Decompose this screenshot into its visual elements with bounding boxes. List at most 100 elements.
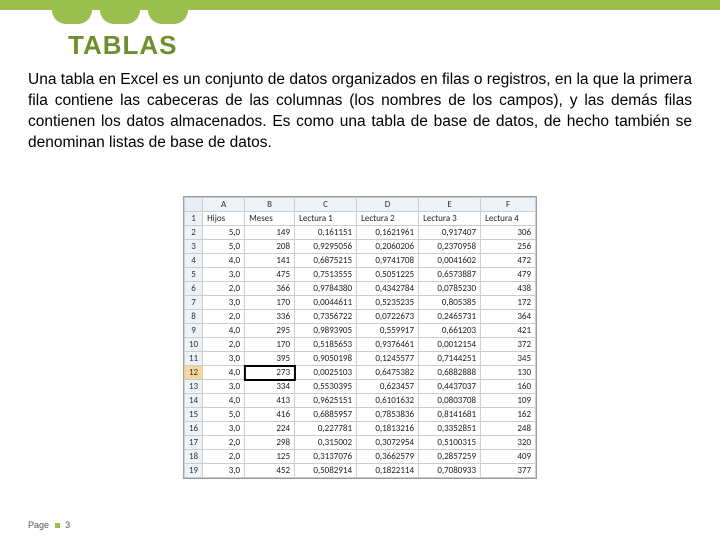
cell[interactable]: 172 [481, 296, 536, 310]
cell[interactable]: 0,5082914 [295, 464, 357, 478]
cell[interactable]: 0,0041602 [419, 254, 481, 268]
cell[interactable]: 0,7513555 [295, 268, 357, 282]
cell[interactable]: 298 [245, 436, 295, 450]
cell[interactable]: 256 [481, 240, 536, 254]
row-header[interactable]: 16 [184, 422, 202, 436]
cell[interactable]: 273 [245, 366, 295, 380]
cell[interactable]: 5,0 [203, 408, 245, 422]
col-header-A[interactable]: A [203, 198, 245, 212]
cell[interactable]: 0,7144251 [419, 352, 481, 366]
cell[interactable]: 0,0012154 [419, 338, 481, 352]
cell[interactable]: 141 [245, 254, 295, 268]
cell[interactable]: 2,0 [203, 338, 245, 352]
cell[interactable]: 0,8141681 [419, 408, 481, 422]
row-header[interactable]: 5 [184, 268, 202, 282]
cell[interactable]: 395 [245, 352, 295, 366]
cell[interactable]: 4,0 [203, 366, 245, 380]
col-header-B[interactable]: B [245, 198, 295, 212]
cell[interactable]: 0,227781 [295, 422, 357, 436]
cell[interactable]: 0,0722673 [357, 310, 419, 324]
cell[interactable]: 372 [481, 338, 536, 352]
cell[interactable]: 0,5100315 [419, 436, 481, 450]
cell[interactable]: 0,4342784 [357, 282, 419, 296]
cell[interactable]: 0,6475382 [357, 366, 419, 380]
col-header-C[interactable]: C [295, 198, 357, 212]
cell[interactable]: 170 [245, 338, 295, 352]
cell[interactable]: 4,0 [203, 254, 245, 268]
cell[interactable]: 3,0 [203, 422, 245, 436]
cell[interactable]: 0,7080933 [419, 464, 481, 478]
cell[interactable]: 0,1813216 [357, 422, 419, 436]
cell[interactable]: 0,661203 [419, 324, 481, 338]
cell[interactable]: 366 [245, 282, 295, 296]
cell[interactable]: 3,0 [203, 296, 245, 310]
cell[interactable]: 125 [245, 450, 295, 464]
cell[interactable]: 0,6875215 [295, 254, 357, 268]
row-header[interactable]: 17 [184, 436, 202, 450]
cell[interactable]: 0,9741708 [357, 254, 419, 268]
cell[interactable]: 0,0044611 [295, 296, 357, 310]
cell[interactable]: 0,2370958 [419, 240, 481, 254]
cell[interactable]: 170 [245, 296, 295, 310]
cell[interactable]: 0,3662579 [357, 450, 419, 464]
cell[interactable]: 0,6101632 [357, 394, 419, 408]
cell[interactable]: 0,9295056 [295, 240, 357, 254]
cell[interactable]: 0,315002 [295, 436, 357, 450]
cell[interactable]: 130 [481, 366, 536, 380]
cell[interactable]: 0,0803708 [419, 394, 481, 408]
cell[interactable]: 334 [245, 380, 295, 394]
cell[interactable]: Meses [245, 212, 295, 226]
cell[interactable]: 0,9625151 [295, 394, 357, 408]
cell[interactable]: 0,9376461 [357, 338, 419, 352]
cell[interactable]: 452 [245, 464, 295, 478]
row-header[interactable]: 10 [184, 338, 202, 352]
cell[interactable]: 0,1245577 [357, 352, 419, 366]
cell[interactable]: 0,3072954 [357, 436, 419, 450]
cell[interactable]: 160 [481, 380, 536, 394]
cell[interactable]: 208 [245, 240, 295, 254]
row-header[interactable]: 19 [184, 464, 202, 478]
row-header[interactable]: 9 [184, 324, 202, 338]
cell[interactable]: 438 [481, 282, 536, 296]
cell[interactable]: Lectura 2 [357, 212, 419, 226]
cell[interactable]: 0,0785230 [419, 282, 481, 296]
cell[interactable]: 0,1621961 [357, 226, 419, 240]
cell[interactable]: 0,9784380 [295, 282, 357, 296]
cell[interactable]: 0,4437037 [419, 380, 481, 394]
cell[interactable]: 0,5235235 [357, 296, 419, 310]
row-header[interactable]: 7 [184, 296, 202, 310]
cell[interactable]: 3,0 [203, 380, 245, 394]
cell[interactable]: 0,9050198 [295, 352, 357, 366]
cell[interactable]: 162 [481, 408, 536, 422]
cell[interactable]: 364 [481, 310, 536, 324]
cell[interactable]: 248 [481, 422, 536, 436]
cell[interactable]: 377 [481, 464, 536, 478]
cell[interactable]: 3,0 [203, 464, 245, 478]
row-header[interactable]: 3 [184, 240, 202, 254]
row-header[interactable]: 15 [184, 408, 202, 422]
cell[interactable]: 0,917407 [419, 226, 481, 240]
cell[interactable]: 5,0 [203, 226, 245, 240]
cell[interactable]: 306 [481, 226, 536, 240]
cell[interactable]: 0,805385 [419, 296, 481, 310]
cell[interactable]: 2,0 [203, 436, 245, 450]
cell[interactable]: 4,0 [203, 394, 245, 408]
cell[interactable]: 0,5530395 [295, 380, 357, 394]
row-header[interactable]: 2 [184, 226, 202, 240]
cell[interactable]: 5,0 [203, 240, 245, 254]
cell[interactable]: 0,6882888 [419, 366, 481, 380]
cell[interactable]: 0,7853836 [357, 408, 419, 422]
row-header[interactable]: 14 [184, 394, 202, 408]
row-header[interactable]: 12 [184, 366, 202, 380]
cell[interactable]: 336 [245, 310, 295, 324]
col-header-F[interactable]: F [481, 198, 536, 212]
cell[interactable]: Hijos [203, 212, 245, 226]
cell[interactable]: 413 [245, 394, 295, 408]
cell[interactable]: 0,1822114 [357, 464, 419, 478]
cell[interactable]: 345 [481, 352, 536, 366]
cell[interactable]: 475 [245, 268, 295, 282]
cell[interactable]: 0,6573887 [419, 268, 481, 282]
cell[interactable]: 0,3352851 [419, 422, 481, 436]
cell[interactable]: 409 [481, 450, 536, 464]
cell[interactable]: 320 [481, 436, 536, 450]
